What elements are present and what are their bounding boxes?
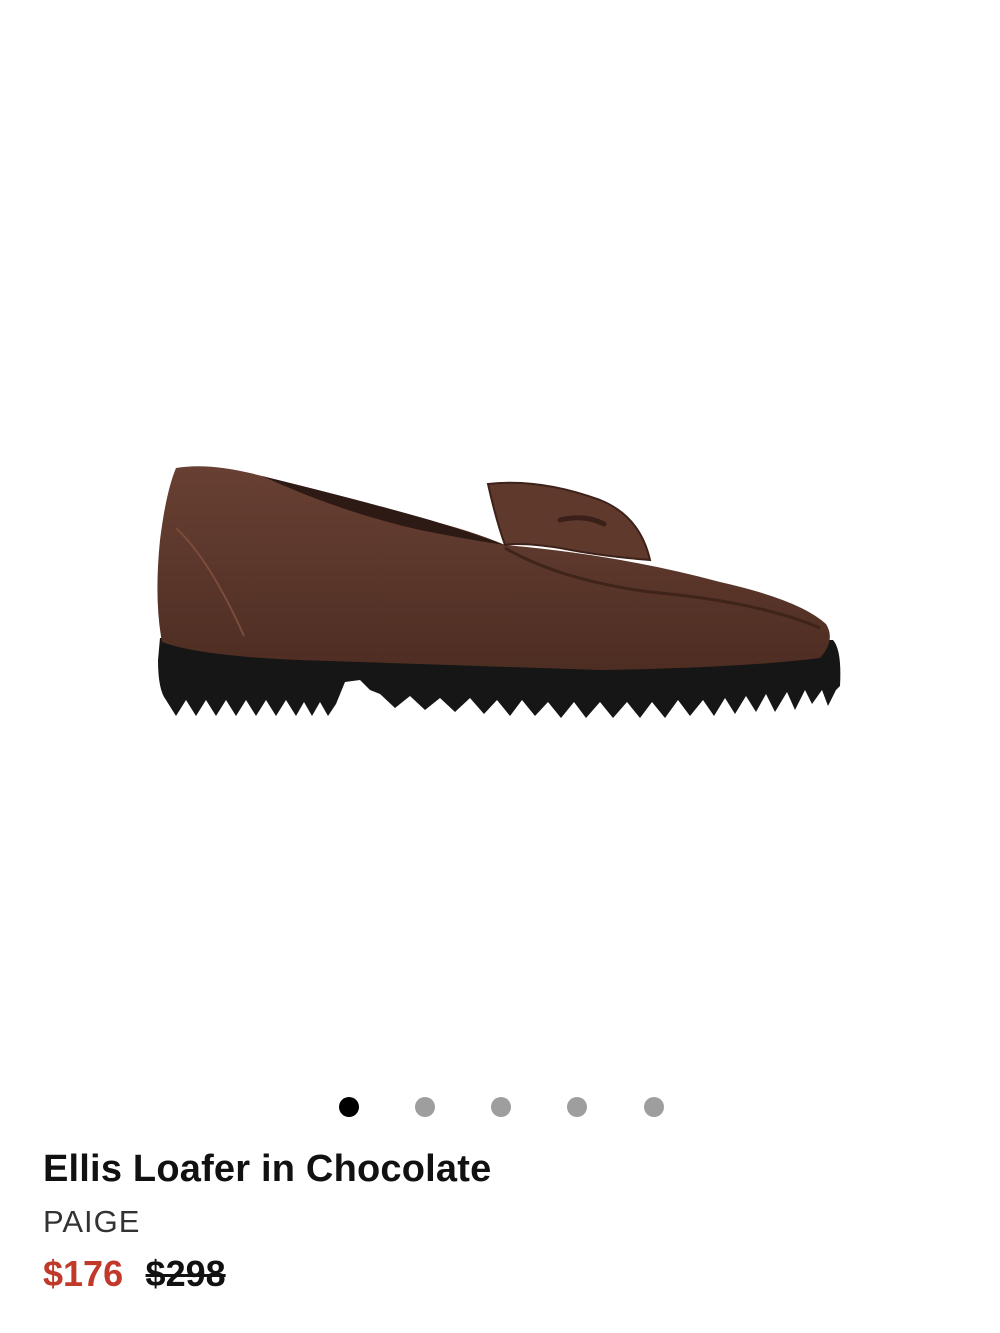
carousel-dot-2[interactable] — [415, 1097, 435, 1117]
brand-name[interactable]: PAIGE — [43, 1204, 140, 1240]
carousel-dot-5[interactable] — [644, 1097, 664, 1117]
loafer-shoe-image — [157, 466, 841, 718]
image-carousel-dots — [0, 1097, 1000, 1119]
product-image[interactable] — [0, 0, 1000, 1070]
carousel-dot-1[interactable] — [339, 1097, 359, 1117]
carousel-dot-4[interactable] — [567, 1097, 587, 1117]
carousel-dot-3[interactable] — [491, 1097, 511, 1117]
original-price: $298 — [145, 1253, 226, 1294]
product-title[interactable]: Ellis Loafer in Chocolate — [43, 1148, 491, 1191]
price-row: $176 $298 — [43, 1253, 226, 1297]
sale-price: $176 — [43, 1253, 124, 1294]
